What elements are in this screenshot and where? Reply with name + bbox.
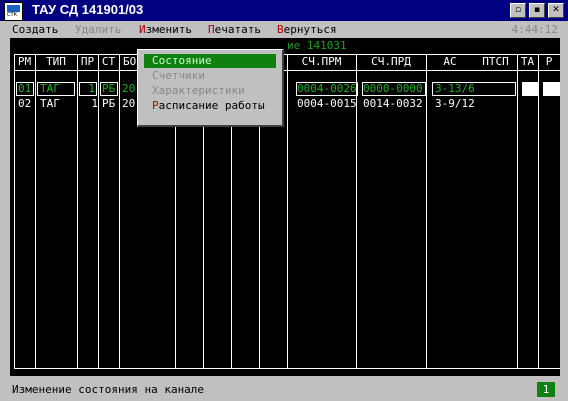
cell-sch-prd[interactable]: 0000-0000 xyxy=(362,82,426,96)
minimize-icon[interactable]: ▪ xyxy=(529,3,545,18)
menu-item-schedule-label: асписание работы xyxy=(158,99,265,112)
restore-icon[interactable]: ▫ xyxy=(510,3,526,18)
menu-return[interactable]: Вернуться xyxy=(277,23,337,36)
col-header-r[interactable]: Р xyxy=(538,54,560,70)
table-row[interactable]: 01 ТАГ 1 РБ 20 0004-0026 0000-0000 3-13/… xyxy=(14,82,560,96)
status-bar: Изменение состояния на канале 1 xyxy=(0,380,568,401)
cell-r[interactable] xyxy=(543,82,560,96)
menu-print-label: ечатать xyxy=(214,23,261,36)
col-header-sch-prm[interactable]: СЧ.ПРМ xyxy=(287,54,356,70)
cell-ta[interactable] xyxy=(522,82,538,96)
menu-item-schedule-hotkey: Р xyxy=(152,99,159,112)
status-text: Изменение состояния на канале xyxy=(12,383,205,396)
table-bottom-line xyxy=(14,368,560,369)
cell-st[interactable]: РБ xyxy=(101,97,120,111)
cell-sch-prd[interactable]: 0014-0032 xyxy=(363,97,427,111)
cell-as[interactable]: 3-13/6 xyxy=(432,82,516,96)
col-header-ta[interactable]: ТА xyxy=(517,54,538,70)
cell-as[interactable]: 3-9/12 xyxy=(433,97,519,111)
cell-tip[interactable]: ТАГ xyxy=(38,97,78,111)
cell-rm[interactable]: 01 xyxy=(16,82,34,96)
col-header-sch-prd[interactable]: СЧ.ПРД xyxy=(356,54,426,70)
menu-print-hotkey: П xyxy=(208,23,215,36)
cell-pr[interactable]: 1 xyxy=(80,97,99,111)
cell-pr[interactable]: 1 xyxy=(79,82,97,96)
title-bar: СТК ТАУ СД 141901/03 ▫ ▪ ✕ xyxy=(0,0,568,21)
menu-item-state[interactable]: Состояние xyxy=(144,54,276,68)
menu-item-schedule[interactable]: Расписание работы xyxy=(144,99,276,113)
col-header-pr[interactable]: ПР xyxy=(77,54,98,70)
channel-table: ие 141031 РМ ТИП ПР СТ БО СЧ.ПРМ СЧ.ПРД … xyxy=(10,38,560,376)
table-row[interactable]: 02 ТАГ 1 РБ 20 0004-0015 0014-0032 3-9/1… xyxy=(14,97,560,111)
menu-edit-hotkey: И xyxy=(139,23,146,36)
close-icon[interactable]: ✕ xyxy=(548,3,564,18)
cell-sch-prm[interactable]: 0004-0015 xyxy=(297,97,359,111)
menu-edit-label: зменить xyxy=(145,23,192,36)
table-subtitle: ие 141031 xyxy=(287,39,347,52)
col-header-tip[interactable]: ТИП xyxy=(35,54,77,70)
menu-return-label: ернуться xyxy=(283,23,337,36)
app-icon[interactable]: СТК xyxy=(4,2,23,21)
menu-item-characteristics[interactable]: Характеристики xyxy=(144,84,276,98)
cell-tip[interactable]: ТАГ xyxy=(37,82,75,96)
col-header-rm[interactable]: РМ xyxy=(14,54,35,70)
table-header: РМ ТИП ПР СТ БО СЧ.ПРМ СЧ.ПРД АС ПТСП ТА… xyxy=(14,54,560,70)
window-title: ТАУ СД 141901/03 xyxy=(32,2,144,17)
menu-create[interactable]: Создать xyxy=(12,23,58,36)
cell-sch-prm[interactable]: 0004-0026 xyxy=(296,82,358,96)
clock: 4:44:12 xyxy=(511,23,558,36)
menu-item-counters[interactable]: Счетчики xyxy=(144,69,276,83)
menu-bar: Создать Удалить Изменить Печатать Вернут… xyxy=(0,21,568,38)
col-header-ptsp[interactable]: ПТСП xyxy=(474,54,517,70)
edit-dropdown-menu: Состояние Счетчики Характеристики Распис… xyxy=(137,49,284,127)
menu-print[interactable]: Печатать xyxy=(208,23,261,36)
status-badge: 1 xyxy=(537,382,555,397)
menu-delete[interactable]: Удалить xyxy=(75,23,121,36)
col-header-st[interactable]: СТ xyxy=(98,54,119,70)
menu-return-hotkey: В xyxy=(277,23,284,36)
cell-rm[interactable]: 02 xyxy=(17,97,36,111)
cell-st[interactable]: РБ xyxy=(100,82,118,96)
menu-edit[interactable]: Изменить xyxy=(139,23,192,36)
col-header-as[interactable]: АС xyxy=(426,54,474,70)
